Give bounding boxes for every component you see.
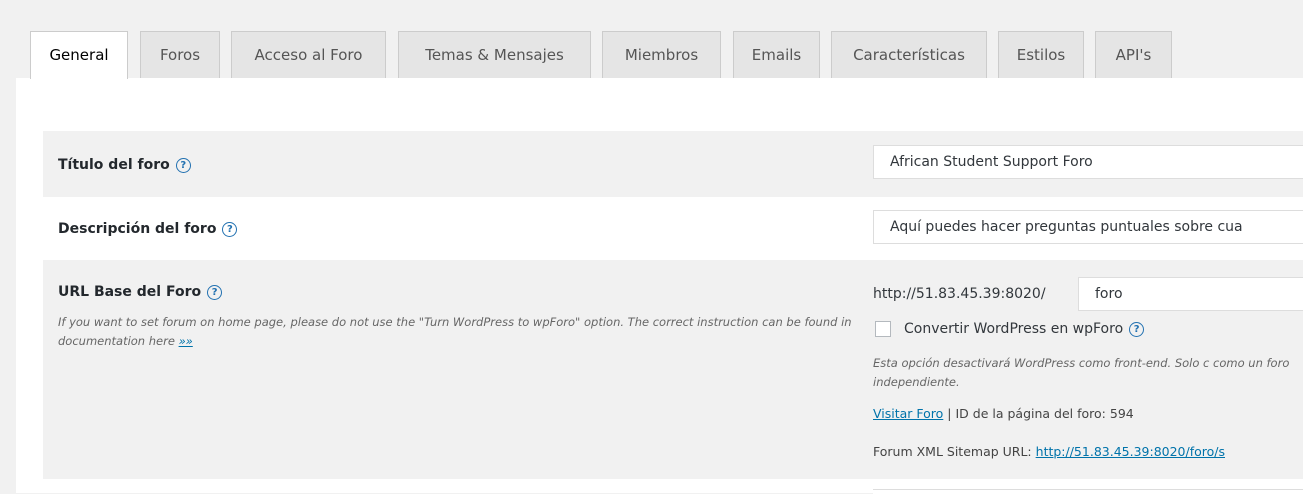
help-icon[interactable]: ? (1129, 322, 1145, 337)
convert-wordpress-note: Esta opción desactivará WordPress como f… (873, 356, 1290, 389)
base-url-slug-input[interactable]: foro (1078, 277, 1303, 311)
convert-wordpress-label-text: Convertir WordPress en wpForo (904, 321, 1124, 337)
documentation-link[interactable]: »» (179, 334, 193, 348)
tab-miembros[interactable]: Miembros (602, 31, 721, 78)
sitemap-label: Forum XML Sitemap URL: (873, 444, 1032, 459)
forum-title-label: Título del foro? (58, 157, 191, 173)
convert-wordpress-checkbox[interactable] (875, 321, 891, 337)
base-url-prefix: http://51.83.45.39:8020/ (873, 286, 1046, 302)
base-url-label: URL Base del Foro? (58, 284, 223, 300)
tab-temas-mensajes[interactable]: Temas & Mensajes (398, 31, 591, 78)
help-icon[interactable]: ? (207, 285, 223, 300)
separator-text: | (947, 406, 952, 421)
convert-wordpress-label: Convertir WordPress en wpForo? (904, 321, 1145, 337)
sitemap-info: Forum XML Sitemap URL: http://51.83.45.3… (873, 444, 1225, 459)
forum-title-row: Título del foro? African Student Support… (43, 131, 1303, 197)
forum-description-input[interactable]: Aquí puedes hacer preguntas puntuales so… (873, 210, 1303, 244)
tab-foros[interactable]: Foros (140, 31, 220, 78)
tab-caracteristicas[interactable]: Características (831, 31, 987, 78)
forum-title-label-text: Título del foro (58, 157, 170, 173)
visit-forum-link[interactable]: Visitar Foro (873, 406, 943, 421)
tab-estilos[interactable]: Estilos (998, 31, 1084, 78)
tab-acceso-al-foro[interactable]: Acceso al Foro (231, 31, 386, 78)
tab-general[interactable]: General (30, 31, 128, 79)
base-url-row: URL Base del Foro? If you want to set fo… (43, 260, 1303, 479)
forum-description-label-text: Descripción del foro (58, 221, 217, 237)
forum-page-id-text: ID de la página del foro: 594 (955, 406, 1134, 421)
base-url-note: If you want to set forum on home page, p… (58, 313, 853, 351)
forum-title-input[interactable]: African Student Support Foro (873, 145, 1303, 179)
base-url-note-text: If you want to set forum on home page, p… (58, 315, 852, 348)
forum-description-row: Descripción del foro? Aquí puedes hacer … (43, 197, 1303, 260)
base-url-label-text: URL Base del Foro (58, 284, 202, 300)
forum-page-info: Visitar Foro | ID de la página del foro:… (873, 406, 1134, 421)
next-input-partial (873, 489, 1303, 494)
help-icon[interactable]: ? (175, 158, 191, 173)
sitemap-url-link[interactable]: http://51.83.45.39:8020/foro/s (1036, 444, 1225, 459)
tab-emails[interactable]: Emails (733, 31, 820, 78)
forum-description-label: Descripción del foro? (58, 221, 238, 237)
tab-apis[interactable]: API's (1095, 31, 1172, 78)
help-icon[interactable]: ? (222, 222, 238, 237)
